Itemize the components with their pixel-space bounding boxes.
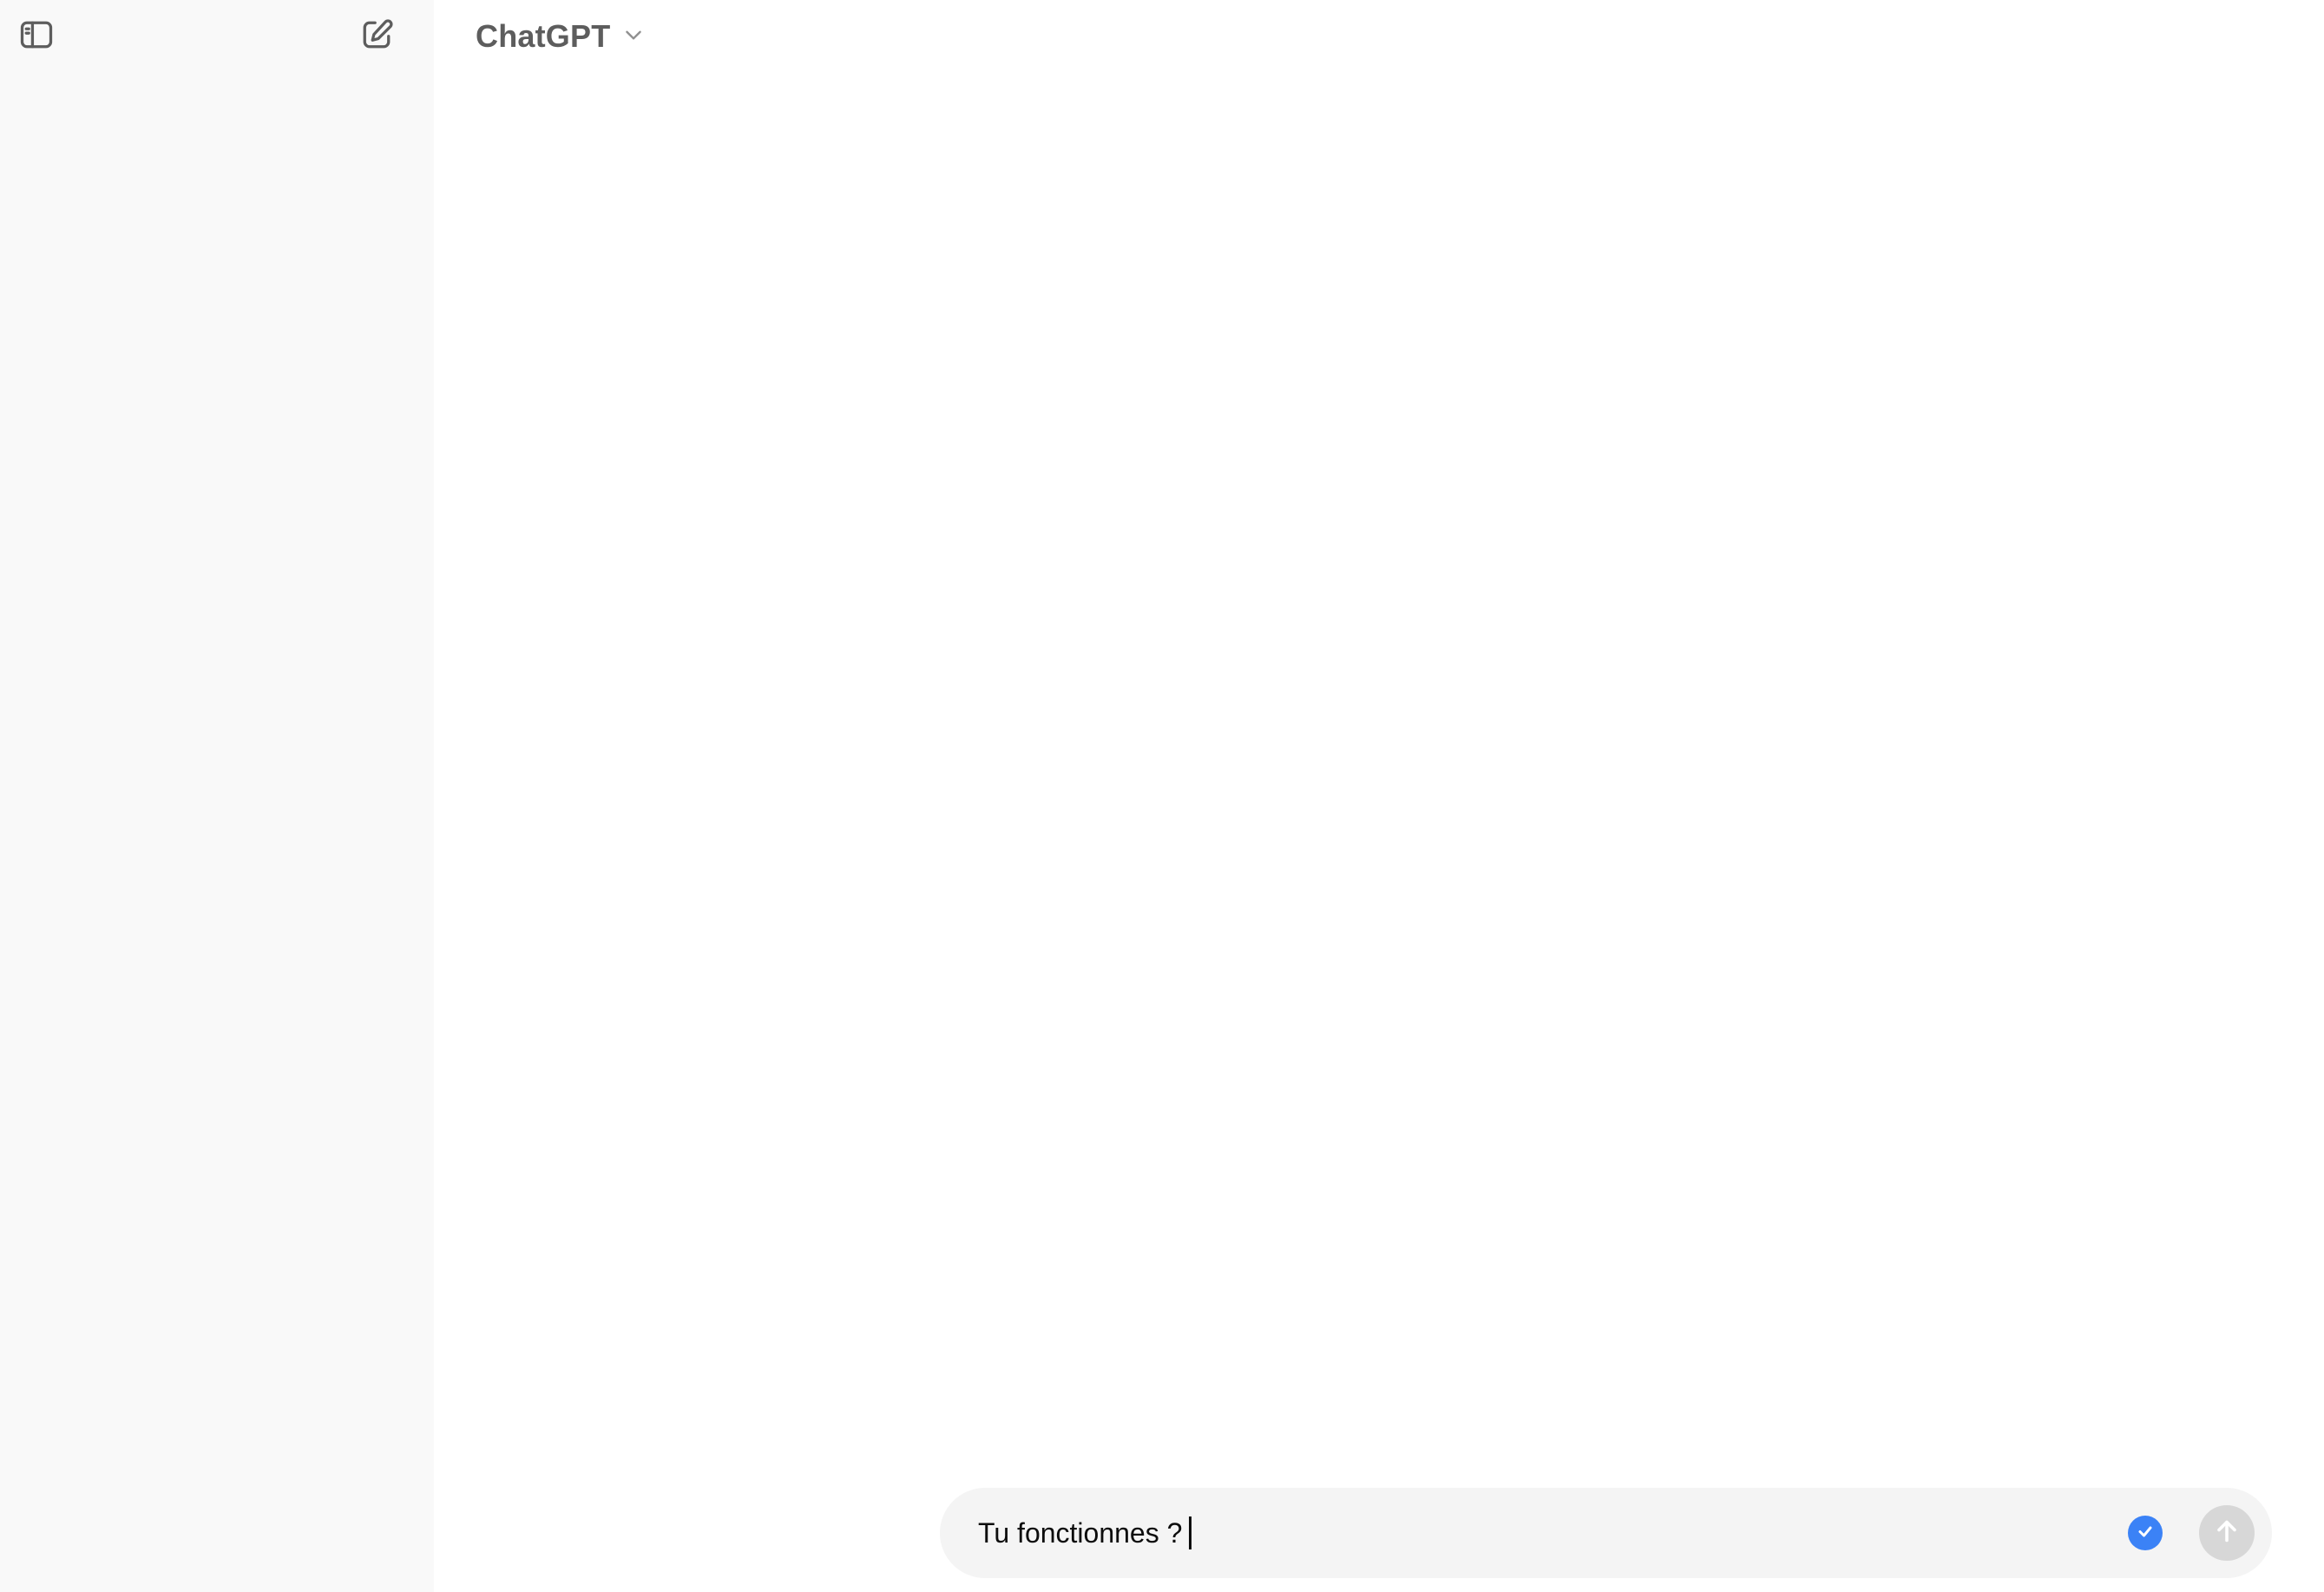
model-switcher[interactable]: ChatGPT: [469, 12, 652, 61]
send-button[interactable]: [2199, 1505, 2255, 1561]
arrow-up-icon: [2211, 1516, 2242, 1551]
check-icon: [2135, 1521, 2156, 1546]
model-name: ChatGPT: [476, 18, 611, 54]
message-input[interactable]: Tu fonctionnes ?: [978, 1517, 1182, 1549]
sidebar-toggle-button[interactable]: [12, 12, 61, 61]
main-panel: ChatGPT Tu fonctionnes ?: [434, 0, 2324, 1592]
sidebar-toggle-icon: [17, 16, 56, 58]
sidebar: [0, 0, 434, 1592]
message-input-wrapper[interactable]: Tu fonctionnes ?: [978, 1488, 1192, 1578]
new-chat-icon: [358, 16, 396, 58]
text-caret: [1189, 1516, 1192, 1549]
chevron-down-icon: [622, 23, 645, 50]
new-chat-button[interactable]: [352, 12, 401, 61]
grammar-check-badge[interactable]: [2128, 1516, 2163, 1550]
message-composer[interactable]: Tu fonctionnes ?: [940, 1488, 2272, 1578]
chat-app: ChatGPT Tu fonctionnes ?: [0, 0, 2324, 1592]
